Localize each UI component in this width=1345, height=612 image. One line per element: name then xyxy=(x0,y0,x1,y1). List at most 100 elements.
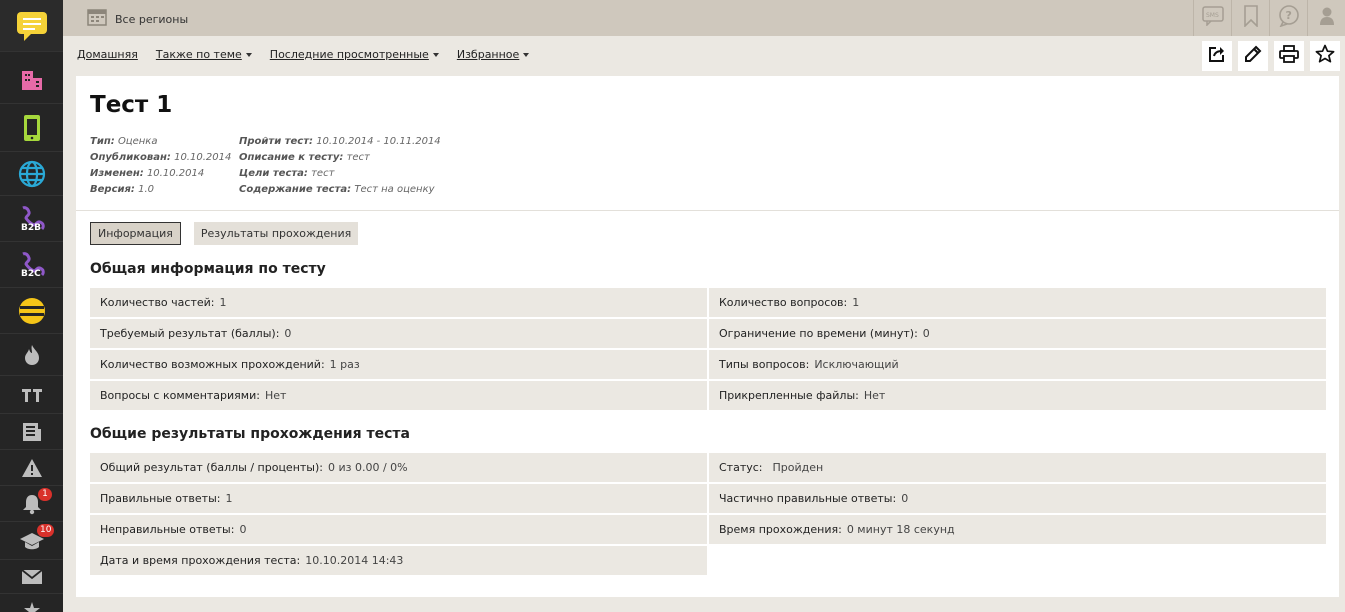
nav-home-label: Домашняя xyxy=(77,48,138,61)
meta-modified: Изменен: 10.10.2014 xyxy=(90,166,231,182)
sidebar-item-news[interactable] xyxy=(0,414,63,450)
sidebar-item-alerts[interactable] xyxy=(0,450,63,486)
result-label: Частично правильные ответы: xyxy=(719,492,897,505)
table-row: Неправильные ответы: 0 Время прохождения:… xyxy=(90,515,1326,546)
info-value: 0 xyxy=(284,327,292,340)
sidebar-item-b2c[interactable]: B2C xyxy=(0,242,63,288)
meta-published: Опубликован: 10.10.2014 xyxy=(90,150,231,166)
meta-goals: Цели теста: тест xyxy=(239,166,441,182)
result-cell: Общий результат (баллы / проценты): 0 из … xyxy=(90,453,707,483)
sidebar-item-b2b[interactable]: B2B xyxy=(0,196,63,242)
info-cell: Количество вопросов: 1 xyxy=(709,288,1326,318)
sidebar-item-buildings[interactable] xyxy=(0,56,63,104)
info-value: 0 xyxy=(922,327,930,340)
info-value: Нет xyxy=(863,389,886,402)
text-icon xyxy=(21,387,43,403)
meta-value: 10.10.2014 xyxy=(174,152,232,163)
svg-text:SMS: SMS xyxy=(1206,12,1219,19)
info-cell: Вопросы с комментариями: Нет xyxy=(90,381,707,411)
table-row: Количество возможных прохождений: 1 раз Т… xyxy=(90,350,1326,381)
nav-related-label: Также по теме xyxy=(155,48,242,61)
nav-home-link[interactable]: Домашняя xyxy=(77,48,138,61)
info-label: Требуемый результат (баллы): xyxy=(100,327,280,340)
info-label: Вопросы с комментариями: xyxy=(100,389,260,402)
info-label: Типы вопросов: xyxy=(719,358,810,371)
sidebar-item-hot[interactable] xyxy=(0,334,63,376)
bookmark-button[interactable] xyxy=(1231,0,1269,36)
sidebar-item-beeline[interactable] xyxy=(0,288,63,334)
nav-related-dropdown[interactable]: Также по теме xyxy=(156,48,252,61)
region-label: Все регионы xyxy=(115,12,189,26)
meta-value: 10.10.2014 - 10.11.2014 xyxy=(316,136,441,147)
result-cell: Статус: Пройден xyxy=(709,453,1326,483)
info-cell: Количество возможных прохождений: 1 раз xyxy=(90,350,707,380)
sidebar-item-learning[interactable]: 10 xyxy=(0,522,63,560)
info-value: 1 xyxy=(219,296,227,309)
table-row: Вопросы с комментариями: Нет Прикрепленны… xyxy=(90,381,1326,412)
table-row: Правильные ответы: 1 Частично правильные … xyxy=(90,484,1326,515)
mobile-icon xyxy=(20,114,44,142)
sidebar-item-globe[interactable] xyxy=(0,152,63,196)
sms-button[interactable]: SMS xyxy=(1193,0,1231,36)
result-cell: Частично правильные ответы: 0 xyxy=(709,484,1326,514)
result-value: 0 xyxy=(239,523,247,536)
info-label: Количество частей: xyxy=(100,296,215,309)
nav-favorites-dropdown[interactable]: Избранное xyxy=(457,48,530,61)
empty-cell xyxy=(709,546,1326,576)
sidebar-item-notifications[interactable]: 1 xyxy=(0,486,63,522)
result-cell: Неправильные ответы: 0 xyxy=(90,515,707,545)
help-button[interactable]: ? xyxy=(1269,0,1307,36)
share-button[interactable] xyxy=(1202,41,1232,71)
info-value: 1 xyxy=(852,296,860,309)
bookmark-icon xyxy=(1243,5,1259,31)
meta-value: тест xyxy=(346,152,370,163)
globe-icon xyxy=(18,160,46,188)
sms-icon: SMS xyxy=(1201,6,1224,30)
user-icon xyxy=(1319,6,1335,30)
sidebar-item-mail[interactable] xyxy=(0,560,63,594)
edit-button[interactable] xyxy=(1238,41,1268,71)
tab-results[interactable]: Результаты прохождения xyxy=(193,222,359,245)
results-table: Общий результат (баллы / проценты): 0 из … xyxy=(90,453,1326,577)
svg-text:B2B: B2B xyxy=(21,223,41,233)
tab-information[interactable]: Информация xyxy=(90,222,181,245)
favorite-button[interactable] xyxy=(1310,41,1340,71)
header-divider xyxy=(76,210,1339,211)
general-info-table: Количество частей: 1 Количество вопросов:… xyxy=(90,288,1326,412)
sidebar-item-text[interactable] xyxy=(0,376,63,414)
info-cell: Требуемый результат (баллы): 0 xyxy=(90,319,707,349)
top-icons: SMS ? xyxy=(1193,0,1345,36)
mail-icon xyxy=(20,568,43,585)
meta-key: Изменен: xyxy=(90,168,144,179)
info-value: Исключающий xyxy=(814,358,899,371)
result-label: Время прохождения: xyxy=(719,523,842,536)
star-icon xyxy=(21,594,43,612)
share-icon xyxy=(1208,45,1226,67)
info-value: 1 раз xyxy=(329,358,360,371)
meta-key: Тип: xyxy=(90,136,115,147)
result-value: Пройден xyxy=(772,461,824,474)
svg-text:?: ? xyxy=(1285,9,1291,22)
result-cell: Время прохождения: 0 минут 18 секунд xyxy=(709,515,1326,545)
sidebar-item-chat[interactable] xyxy=(0,0,63,52)
info-cell: Прикрепленные файлы: Нет xyxy=(709,381,1326,411)
sidebar-item-favorites[interactable] xyxy=(0,594,63,612)
sidebar-item-mobile[interactable] xyxy=(0,104,63,152)
region-selector[interactable]: Все регионы xyxy=(87,8,188,30)
result-value: 0 из 0.00 / 0% xyxy=(327,461,408,474)
page-title: Тест 1 xyxy=(90,92,173,118)
result-cell: Дата и время прохождения теста: 10.10.201… xyxy=(90,546,707,576)
meta-key: Версия: xyxy=(90,184,135,195)
test-card: Тест 1 Тип: Оценка Опубликован: 10.10.20… xyxy=(76,76,1339,597)
meta-take-test: Пройти тест: 10.10.2014 - 10.11.2014 xyxy=(239,134,441,150)
nav-recent-dropdown[interactable]: Последние просмотренные xyxy=(270,48,439,61)
user-button[interactable] xyxy=(1307,0,1345,36)
chevron-down-icon xyxy=(245,52,252,57)
notifications-badge: 1 xyxy=(38,488,52,501)
tab-bar: Информация Результаты прохождения xyxy=(90,222,371,245)
chevron-down-icon xyxy=(432,52,439,57)
result-cell: Правильные ответы: 1 xyxy=(90,484,707,514)
print-button[interactable] xyxy=(1274,41,1304,71)
meta-left: Тип: Оценка Опубликован: 10.10.2014 Изме… xyxy=(90,134,231,198)
meta-value: Оценка xyxy=(117,136,158,147)
